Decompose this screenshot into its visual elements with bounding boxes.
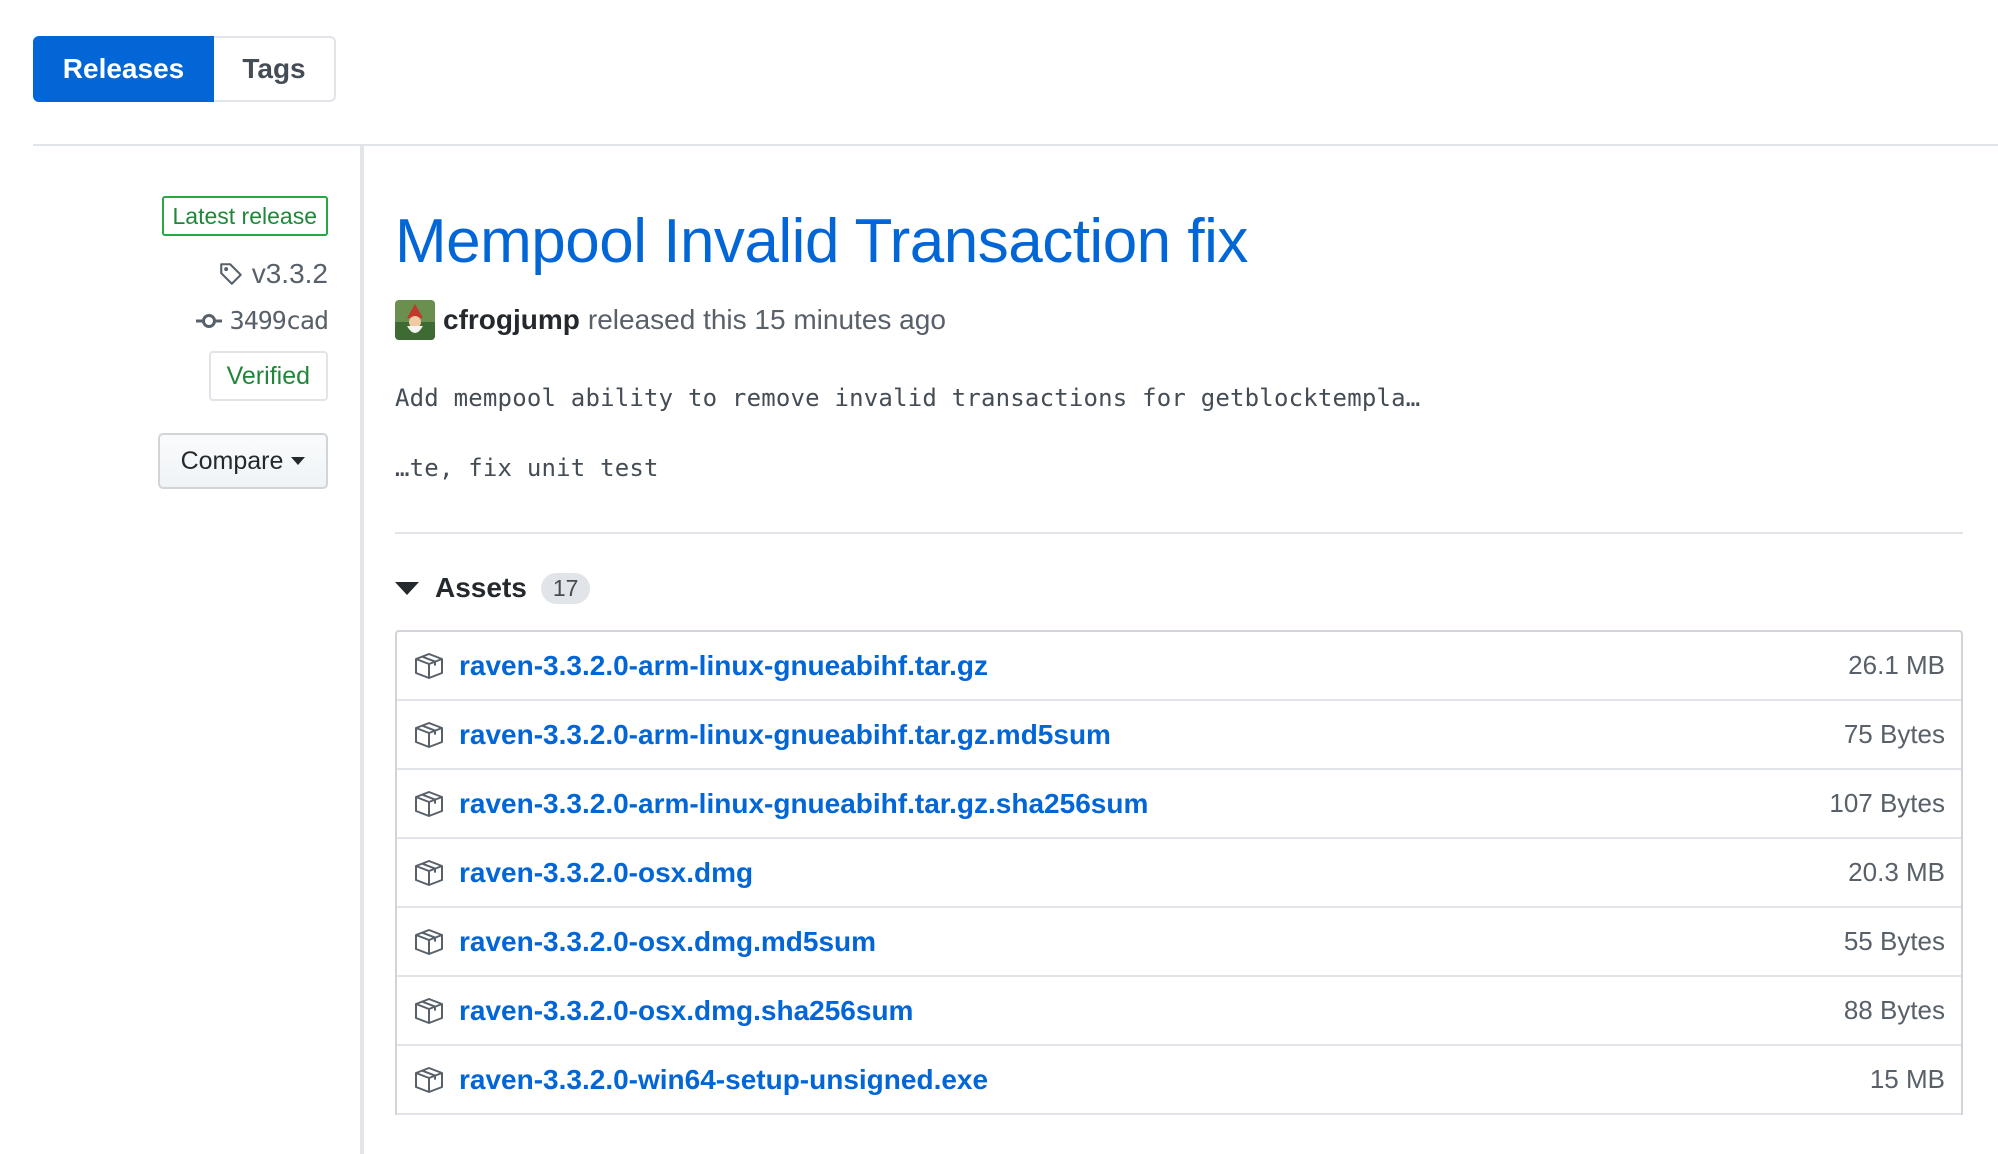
chevron-down-icon xyxy=(291,457,306,465)
avatar[interactable] xyxy=(395,300,435,340)
asset-size: 20.3 MB xyxy=(1848,857,1945,887)
release-tag[interactable]: v3.3.2 xyxy=(88,258,328,290)
asset-row: raven-3.3.2.0-win64-setup-unsigned.exe 1… xyxy=(397,1046,1961,1115)
asset-link[interactable]: raven-3.3.2.0-osx.dmg.md5sum xyxy=(459,926,1844,958)
asset-link[interactable]: raven-3.3.2.0-osx.dmg.sha256sum xyxy=(459,995,1844,1027)
asset-link[interactable]: raven-3.3.2.0-arm-linux-gnueabihf.tar.gz… xyxy=(459,719,1844,751)
triangle-down-icon[interactable] xyxy=(395,581,419,595)
avatar-image xyxy=(395,300,435,340)
assets-label: Assets xyxy=(435,572,527,603)
package-icon xyxy=(415,721,443,748)
release-tabs: Releases Tags xyxy=(33,36,336,102)
assets-header[interactable]: Assets 17 xyxy=(395,572,1963,604)
package-icon xyxy=(415,790,443,817)
asset-link[interactable]: raven-3.3.2.0-osx.dmg xyxy=(459,857,1848,889)
header-divider xyxy=(33,144,1998,146)
asset-size: 88 Bytes xyxy=(1843,995,1945,1025)
latest-release-badge: Latest release xyxy=(161,196,328,236)
commit-sha[interactable]: 3499cad xyxy=(230,306,329,335)
timeline-divider xyxy=(360,146,364,1154)
package-icon xyxy=(415,997,443,1024)
release-title[interactable]: Mempool Invalid Transaction fix xyxy=(395,206,1963,278)
tab-tags[interactable]: Tags xyxy=(214,36,336,102)
released-text: released this 15 minutes ago xyxy=(587,304,946,335)
release-body-line-2: …te, fix unit test xyxy=(395,454,659,482)
release-main: Mempool Invalid Transaction fix cfrogjum… xyxy=(395,206,1963,1115)
package-icon xyxy=(415,859,443,886)
release-commit[interactable]: 3499cad xyxy=(88,306,329,335)
tab-releases[interactable]: Releases xyxy=(33,36,214,102)
asset-row: raven-3.3.2.0-arm-linux-gnueabihf.tar.gz… xyxy=(397,632,1961,701)
asset-row: raven-3.3.2.0-osx.dmg.md5sum 55 Bytes xyxy=(397,908,1961,977)
asset-link[interactable]: raven-3.3.2.0-arm-linux-gnueabihf.tar.gz… xyxy=(459,788,1829,820)
assets-list: raven-3.3.2.0-arm-linux-gnueabihf.tar.gz… xyxy=(395,630,1963,1115)
asset-row: raven-3.3.2.0-arm-linux-gnueabihf.tar.gz… xyxy=(397,770,1961,839)
asset-size: 75 Bytes xyxy=(1843,719,1945,749)
release-byline: cfrogjump released this 15 minutes ago xyxy=(395,300,1963,340)
release-sidebar: Latest release v3.3.2 3499cad Verified C… xyxy=(88,196,329,489)
asset-row: raven-3.3.2.0-osx.dmg 20.3 MB xyxy=(397,839,1961,908)
release-body-divider xyxy=(395,532,1963,534)
asset-row: raven-3.3.2.0-arm-linux-gnueabihf.tar.gz… xyxy=(397,701,1961,770)
package-icon xyxy=(415,928,443,955)
asset-size: 55 Bytes xyxy=(1843,926,1945,956)
compare-label: Compare xyxy=(180,446,284,475)
package-icon xyxy=(415,1066,443,1093)
verified-badge[interactable]: Verified xyxy=(208,351,328,401)
asset-row: raven-3.3.2.0-osx.dmg.sha256sum 88 Bytes xyxy=(397,977,1961,1046)
release-body-line-1: Add mempool ability to remove invalid tr… xyxy=(395,384,1421,412)
asset-size: 15 MB xyxy=(1869,1064,1945,1094)
tag-label[interactable]: v3.3.2 xyxy=(252,258,328,290)
tag-icon xyxy=(219,263,242,285)
assets-count-badge: 17 xyxy=(540,572,591,604)
asset-size: 26.1 MB xyxy=(1848,650,1945,680)
asset-link[interactable]: raven-3.3.2.0-arm-linux-gnueabihf.tar.gz xyxy=(459,650,1848,682)
asset-size: 107 Bytes xyxy=(1829,788,1945,818)
author-link[interactable]: cfrogjump xyxy=(443,304,580,336)
git-commit-icon xyxy=(195,313,222,328)
compare-button[interactable]: Compare xyxy=(158,433,328,489)
asset-link[interactable]: raven-3.3.2.0-win64-setup-unsigned.exe xyxy=(459,1064,1870,1096)
package-icon xyxy=(415,652,443,679)
